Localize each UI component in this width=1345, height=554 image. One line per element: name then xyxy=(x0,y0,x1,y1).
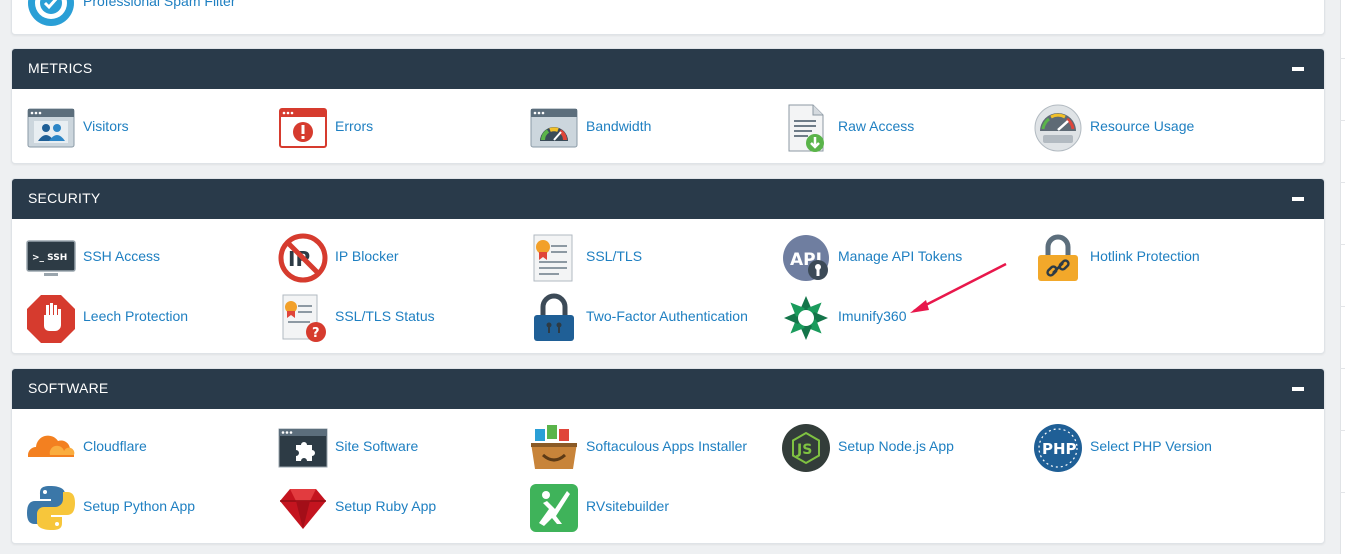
imunify360-icon xyxy=(781,293,831,343)
ssh-access-label: SSH Access xyxy=(83,248,161,264)
svg-text:?: ? xyxy=(312,326,320,341)
errors-icon xyxy=(278,103,328,153)
bandwidth-label: Bandwidth xyxy=(586,118,652,134)
right-edge-divider xyxy=(1340,306,1345,307)
collapse-software-button[interactable] xyxy=(1292,387,1304,391)
hotlink-lock-icon xyxy=(1033,233,1083,283)
svg-text:JS: JS xyxy=(796,442,812,458)
ip-blocker-label: IP Blocker xyxy=(335,248,399,264)
right-edge-divider xyxy=(1340,430,1345,431)
ip-blocker-icon: IP xyxy=(278,233,328,283)
rvsitebuilder-label: RVsitebuilder xyxy=(586,498,670,514)
right-edge-divider xyxy=(1340,492,1345,493)
setup-ruby-app-label: Setup Ruby App xyxy=(335,498,437,514)
leech-protection-label: Leech Protection xyxy=(83,308,189,324)
api-tokens-icon: API xyxy=(781,233,831,283)
collapse-security-button[interactable] xyxy=(1292,197,1304,201)
ssl-tls-label: SSL/TLS xyxy=(586,248,643,264)
errors-label: Errors xyxy=(335,118,374,134)
annotation-arrow-icon xyxy=(910,262,1007,313)
visitors-icon xyxy=(26,103,76,153)
rvsitebuilder-icon xyxy=(529,483,579,533)
softaculous-icon xyxy=(529,423,579,473)
softaculous-label: Softaculous Apps Installer xyxy=(586,438,748,454)
right-edge-divider xyxy=(1340,58,1345,59)
right-edge-divider xyxy=(1340,244,1345,245)
hotlink-protection-label: Hotlink Protection xyxy=(1090,248,1200,264)
ruby-gem-icon xyxy=(278,483,328,533)
software-panel: SOFTWARE Cloudflare Site Software Softac… xyxy=(11,368,1325,544)
security-title: SECURITY xyxy=(28,190,101,206)
leech-hand-icon xyxy=(26,293,76,343)
software-header[interactable]: SOFTWARE xyxy=(12,369,1324,409)
right-edge-strip xyxy=(1340,0,1345,554)
two-factor-authentication-label: Two-Factor Authentication xyxy=(586,308,748,324)
professional-spam-filter-label: Professional Spam Filter xyxy=(83,0,236,9)
ssh-terminal-icon: >_ SSH xyxy=(26,233,76,283)
bandwidth-icon xyxy=(529,103,579,153)
ssl-tls-status-label: SSL/TLS Status xyxy=(335,308,435,324)
software-title: SOFTWARE xyxy=(28,380,109,396)
right-edge-divider xyxy=(1340,182,1345,183)
python-icon xyxy=(26,483,76,533)
right-edge-divider xyxy=(1340,120,1345,121)
raw-access-label: Raw Access xyxy=(838,118,915,134)
resource-usage-label: Resource Usage xyxy=(1090,118,1195,134)
visitors-label: Visitors xyxy=(83,118,129,134)
two-factor-lock-icon xyxy=(529,293,579,343)
setup-python-app-label: Setup Python App xyxy=(83,498,196,514)
cloudflare-icon xyxy=(26,423,76,473)
resource-usage-icon xyxy=(1033,103,1083,153)
cloudflare-label: Cloudflare xyxy=(83,438,147,454)
metrics-header[interactable]: METRICS xyxy=(12,49,1324,89)
nodejs-icon: JS xyxy=(781,423,831,473)
svg-text:>_ SSH: >_ SSH xyxy=(32,253,67,263)
site-software-icon xyxy=(278,423,328,473)
site-software-label: Site Software xyxy=(335,438,419,454)
svg-text:PHP: PHP xyxy=(1042,440,1077,458)
collapse-metrics-button[interactable] xyxy=(1292,67,1304,71)
spam-filter-icon xyxy=(26,0,76,28)
setup-nodejs-app-label: Setup Node.js App xyxy=(838,438,954,454)
ssl-status-icon: ? xyxy=(278,293,328,343)
email-panel-partial: Professional Spam Filter xyxy=(11,0,1325,35)
select-php-version-label: Select PHP Version xyxy=(1090,438,1212,454)
security-header[interactable]: SECURITY xyxy=(12,179,1324,219)
metrics-panel: METRICS Visitors Errors Bandwidth Raw Ac… xyxy=(11,48,1325,164)
php-icon: PHP xyxy=(1033,423,1083,473)
metrics-title: METRICS xyxy=(28,60,93,76)
raw-access-icon xyxy=(781,103,831,153)
right-edge-divider xyxy=(1340,368,1345,369)
imunify360-label: Imunify360 xyxy=(838,308,907,324)
security-panel: SECURITY >_ SSH SSH Access IP IP Blocker… xyxy=(11,178,1325,354)
ssl-certificate-icon xyxy=(529,233,579,283)
